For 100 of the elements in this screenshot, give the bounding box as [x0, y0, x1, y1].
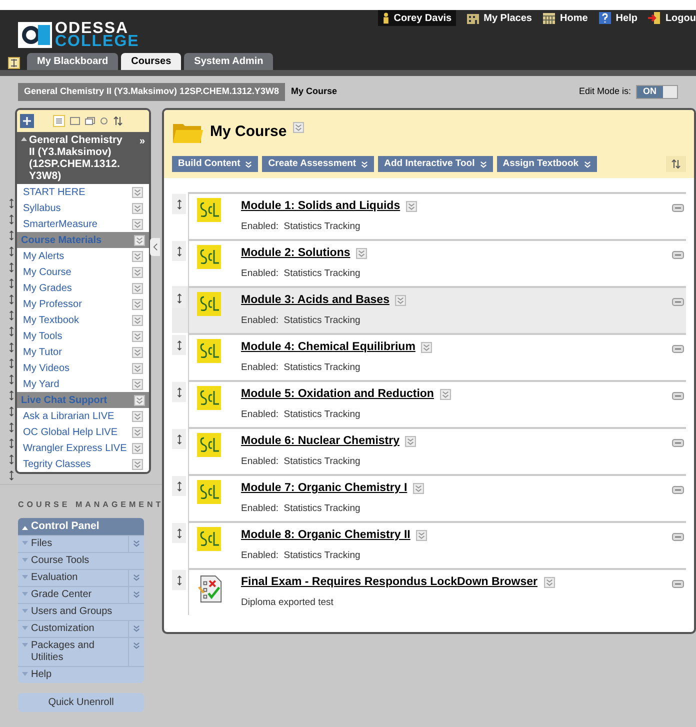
item-title-link[interactable]: Module 6: Nuclear Chemistry — [241, 433, 400, 450]
collapse-menu-tab[interactable] — [150, 238, 160, 256]
chevron-icon[interactable] — [132, 458, 143, 470]
window-view-icon[interactable] — [85, 117, 95, 125]
chevron-icon[interactable] — [132, 330, 143, 342]
chevron-icon[interactable] — [132, 426, 143, 438]
header-link[interactable]: Home — [560, 10, 588, 26]
drag-handle-icon[interactable] — [8, 246, 15, 257]
menu-link[interactable]: START HERE — [23, 184, 86, 200]
chevron-icon[interactable] — [132, 186, 143, 198]
reorder-button[interactable] — [666, 156, 686, 172]
chevron-icon[interactable] — [440, 389, 451, 400]
panel-item[interactable]: Help — [31, 669, 52, 681]
chevron-icon[interactable] — [356, 248, 368, 260]
menu-link[interactable]: My Textbook — [23, 312, 79, 328]
sort-icon[interactable] — [113, 116, 123, 126]
chevron-icon[interactable] — [132, 298, 143, 310]
header-link[interactable]: Help — [616, 10, 638, 26]
panel-item[interactable]: Grade Center — [31, 589, 92, 601]
drag-handle-icon[interactable] — [176, 574, 182, 586]
action-menu-button[interactable]: Create Assessment — [262, 156, 374, 172]
panel-item[interactable]: Packages and Utilities — [31, 640, 124, 664]
menu-link[interactable]: OC Global Help LIVE — [23, 424, 118, 440]
collapse-icon[interactable] — [672, 439, 684, 447]
chevron-icon[interactable] — [405, 436, 416, 448]
drag-handle-icon[interactable] — [8, 342, 15, 353]
quick-unenroll-button[interactable]: Quick Unenroll — [18, 693, 144, 712]
drag-handle-icon[interactable] — [8, 262, 15, 273]
drag-handle-icon[interactable] — [8, 390, 15, 401]
collapse-icon[interactable] — [672, 580, 684, 588]
drag-handle-icon[interactable] — [8, 454, 15, 465]
collapse-icon[interactable] — [672, 486, 684, 494]
collapse-icon[interactable] — [672, 251, 684, 259]
panel-item[interactable]: Users and Groups — [31, 606, 112, 618]
chevron-icon[interactable] — [134, 234, 145, 246]
item-title-link[interactable]: Module 8: Organic Chemistry II — [241, 527, 410, 544]
drag-handle-icon[interactable] — [8, 310, 15, 321]
chevron-icon[interactable] — [132, 442, 143, 454]
nav-tab[interactable]: Courses — [121, 53, 182, 70]
chevron-icon[interactable] — [134, 394, 145, 406]
drag-handle-icon[interactable] — [176, 292, 182, 304]
chevron-icon[interactable] — [132, 314, 143, 326]
chevron-icon[interactable] — [406, 201, 418, 212]
drag-handle-icon[interactable] — [8, 374, 15, 385]
menu-link[interactable]: Wrangler Express LIVE — [23, 440, 127, 456]
menu-link[interactable]: My Tutor — [23, 344, 62, 360]
chevron-icon[interactable] — [132, 218, 143, 230]
item-title-link[interactable]: Module 5: Oxidation and Reduction — [241, 386, 434, 404]
menu-link[interactable]: My Alerts — [23, 248, 64, 264]
action-menu-button[interactable]: Add Interactive Tool — [378, 156, 493, 172]
item-title-link[interactable]: Module 7: Organic Chemistry I — [241, 480, 408, 498]
edit-mode-toggle[interactable]: ON — [636, 85, 678, 99]
menu-link[interactable]: My Professor — [23, 296, 82, 312]
course-title[interactable]: General Chemistry II (Y3.Maksimov) (12SP.CHEM.1312.Y3W8) — [29, 134, 125, 182]
nav-tab[interactable]: My Blackboard — [27, 53, 118, 70]
menu-link[interactable]: My Videos — [23, 360, 70, 376]
chevron-icon[interactable] — [132, 346, 143, 358]
drag-handle-icon[interactable] — [8, 326, 15, 337]
menu-link[interactable]: My Grades — [23, 280, 72, 296]
drag-handle-icon[interactable] — [8, 230, 15, 241]
chevron-icon[interactable] — [544, 577, 555, 588]
chevron-icon[interactable] — [413, 483, 424, 494]
drag-handle-icon[interactable] — [8, 422, 15, 433]
action-menu-button[interactable]: Assign Textbook — [496, 156, 597, 172]
drag-handle-icon[interactable] — [8, 358, 15, 369]
drag-handle-icon[interactable] — [176, 434, 182, 444]
action-menu-button[interactable]: Build Content — [172, 156, 258, 172]
drag-handle-icon[interactable] — [8, 198, 15, 209]
header-link[interactable]: My Places — [484, 10, 532, 26]
menu-link[interactable]: SmarterMeasure — [23, 216, 98, 232]
panel-item[interactable]: Evaluation — [31, 572, 78, 584]
drag-handle-icon[interactable] — [8, 470, 15, 481]
drag-handle-icon[interactable] — [176, 246, 182, 256]
item-title-link[interactable]: Final Exam - Requires Respondus LockDown Browser — [241, 574, 538, 592]
drag-handle-icon[interactable] — [176, 528, 182, 538]
panel-item[interactable]: Customization — [31, 623, 94, 635]
drag-handle-icon[interactable] — [176, 198, 182, 210]
header-link[interactable]: Logou — [665, 10, 696, 26]
chevron-icon[interactable] — [132, 282, 143, 294]
nav-tab[interactable]: System Admin — [184, 53, 274, 70]
breadcrumb-course[interactable]: General Chemistry II (Y3.Maksimov) 12SP.CHEM.1312.Y3W8 — [18, 83, 285, 101]
menu-link[interactable]: Syllabus — [23, 200, 61, 216]
menu-link[interactable]: My Course — [23, 264, 72, 280]
list-view-icon[interactable] — [53, 115, 65, 127]
menu-toggle-icon[interactable] — [8, 57, 20, 69]
collapse-icon[interactable] — [672, 345, 684, 353]
chevron-icon[interactable] — [132, 250, 143, 262]
collapse-icon[interactable] — [672, 533, 684, 541]
drag-handle-icon[interactable] — [8, 438, 15, 449]
chevron-icon[interactable] — [132, 202, 143, 214]
collapse-icon[interactable] — [672, 392, 684, 400]
item-title-link[interactable]: Module 4: Chemical Equilibrium — [241, 339, 416, 356]
panel-item[interactable]: Files — [31, 538, 52, 550]
item-title-link[interactable]: Module 2: Solutions — [241, 245, 350, 262]
chevron-icon[interactable] — [132, 362, 143, 374]
drag-handle-icon[interactable] — [176, 480, 182, 492]
item-title-link[interactable]: Module 1: Solids and Liquids — [241, 198, 400, 216]
collapse-icon[interactable] — [672, 298, 684, 306]
panel-item[interactable]: Course Tools — [31, 555, 90, 567]
menu-link[interactable]: Ask a Librarian LIVE — [23, 408, 114, 424]
